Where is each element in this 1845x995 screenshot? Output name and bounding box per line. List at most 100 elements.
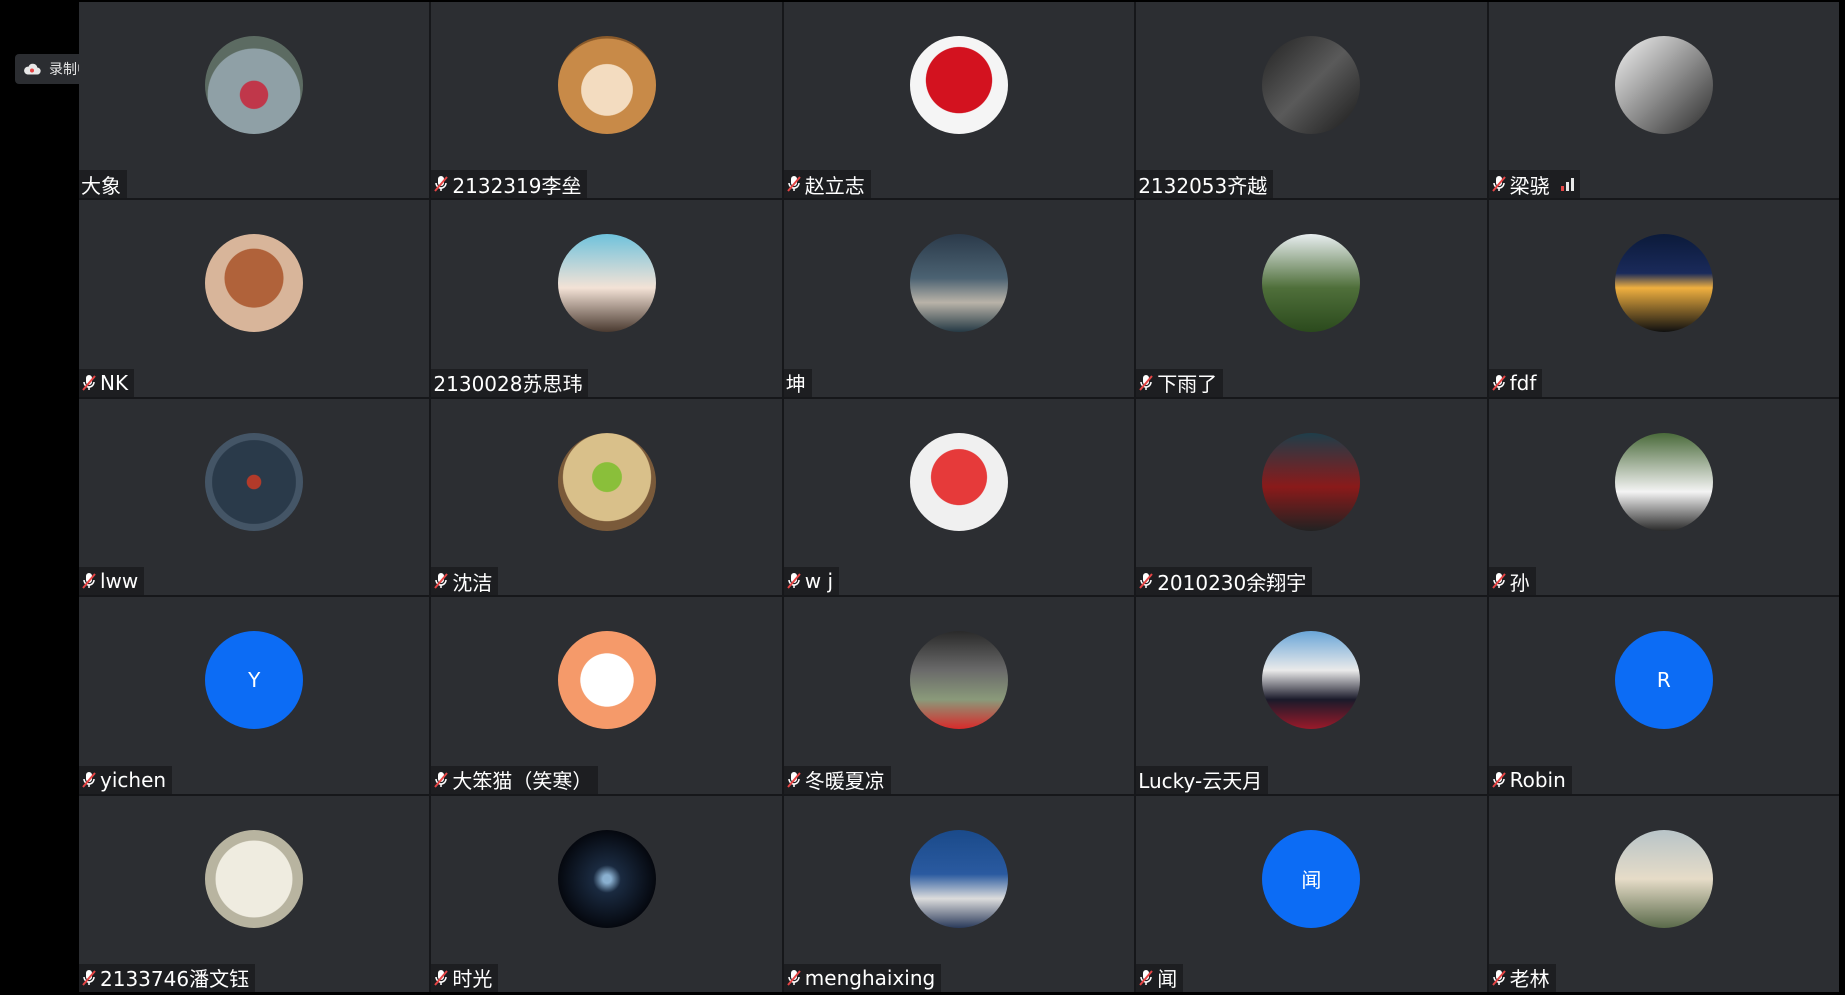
- participant-tile[interactable]: 时光: [431, 795, 782, 992]
- name-tag: yichen: [79, 765, 173, 794]
- avatar-initial: R: [1656, 668, 1671, 693]
- participant-name: w j: [804, 569, 834, 594]
- avatar: [909, 234, 1008, 333]
- participant-tile[interactable]: 老林: [1488, 795, 1839, 992]
- name-tag: 2010230余翔宇: [1136, 567, 1313, 596]
- participant-tile[interactable]: 梁骁: [1488, 2, 1839, 199]
- participant-tile[interactable]: 2133746潘文钰: [79, 795, 430, 992]
- participant-name: lww: [100, 569, 139, 594]
- name-tag: 梁骁: [1488, 170, 1580, 199]
- participant-tile[interactable]: 2132319李垒: [431, 2, 782, 199]
- participant-name: Robin: [1509, 767, 1566, 792]
- mic-muted-icon: [433, 770, 449, 790]
- avatar: [1262, 36, 1361, 134]
- mic-muted-icon: [1491, 770, 1507, 790]
- name-tag: 坤: [783, 368, 812, 397]
- participant-name: 下雨了: [1157, 372, 1218, 397]
- name-tag: 2132053齐越: [1136, 170, 1274, 199]
- participant-tile[interactable]: 大象: [79, 2, 430, 199]
- name-tag: fdf: [1488, 368, 1543, 397]
- participant-tile[interactable]: menghaixing: [783, 795, 1135, 992]
- avatar: [1614, 234, 1713, 333]
- mic-muted-icon: [1138, 968, 1154, 988]
- avatar: [909, 432, 1008, 531]
- participant-tile[interactable]: NK: [79, 200, 430, 397]
- participant-name: 2130028苏思玮: [433, 372, 583, 397]
- avatar: [557, 234, 656, 333]
- participant-name: 老林: [1509, 967, 1550, 992]
- avatar: [205, 234, 304, 333]
- avatar: [557, 631, 656, 730]
- participant-tile[interactable]: 2010230余翔宇: [1136, 398, 1487, 596]
- name-tag: 孙: [1488, 567, 1536, 596]
- participant-tile[interactable]: fdf: [1488, 200, 1839, 397]
- avatar: [557, 36, 656, 134]
- participant-tile[interactable]: 2130028苏思玮: [431, 200, 782, 397]
- avatar: [1614, 432, 1713, 531]
- participant-tile[interactable]: 沈洁: [431, 398, 782, 596]
- participant-tile[interactable]: 坤: [783, 200, 1135, 397]
- avatar: [1262, 234, 1361, 333]
- participant-name: 沈洁: [452, 570, 493, 595]
- name-tag: 时光: [431, 963, 499, 992]
- name-tag: lww: [79, 567, 145, 596]
- avatar: [557, 432, 656, 531]
- participant-tile[interactable]: 赵立志: [783, 2, 1135, 199]
- mic-muted-icon: [81, 373, 97, 393]
- name-tag: 冬暖夏凉: [783, 765, 891, 794]
- mic-muted-icon: [1491, 968, 1507, 988]
- participant-name: fdf: [1509, 370, 1537, 395]
- name-tag: 老林: [1488, 963, 1556, 992]
- mic-muted-icon: [1491, 373, 1507, 393]
- avatar: R: [1614, 631, 1713, 730]
- participant-name: 冬暖夏凉: [804, 769, 885, 794]
- participant-name: menghaixing: [804, 965, 936, 990]
- name-tag: 闻: [1136, 963, 1184, 992]
- participant-name: 梁骁: [1509, 173, 1550, 198]
- mic-muted-icon: [433, 174, 449, 194]
- mic-muted-icon: [81, 968, 97, 988]
- participant-name: 2132319李垒: [452, 173, 582, 198]
- name-tag: 2130028苏思玮: [431, 368, 589, 397]
- mic-muted-icon: [786, 571, 802, 591]
- name-tag: 2132319李垒: [431, 170, 588, 199]
- signal-strength-icon: [1560, 177, 1574, 192]
- participant-tile[interactable]: 大笨猫（笑寒）: [431, 597, 782, 794]
- avatar: Y: [205, 631, 304, 730]
- participant-name: NK: [100, 370, 129, 395]
- participant-tile[interactable]: Lucky-云天月: [1136, 597, 1487, 794]
- name-tag: Robin: [1488, 765, 1572, 794]
- mic-muted-icon: [786, 174, 802, 194]
- participant-name: 2132053齐越: [1138, 173, 1268, 198]
- participant-tile[interactable]: 闻闻: [1136, 795, 1487, 992]
- mic-muted-icon: [1138, 373, 1154, 393]
- participant-name: Lucky-云天月: [1138, 769, 1263, 794]
- participant-name: 大象: [81, 173, 121, 198]
- participant-tile[interactable]: 2132053齐越: [1136, 2, 1487, 199]
- name-tag: NK: [79, 368, 135, 397]
- participant-name: 2010230余翔宇: [1157, 570, 1307, 595]
- participant-tile[interactable]: 下雨了: [1136, 200, 1487, 397]
- avatar: [1614, 829, 1713, 928]
- participant-tile[interactable]: Yyichen: [79, 597, 430, 794]
- participant-name: 赵立志: [804, 173, 865, 198]
- avatar: [205, 829, 304, 928]
- avatar: 闻: [1262, 829, 1361, 928]
- name-tag: 赵立志: [783, 170, 871, 199]
- avatar: [909, 829, 1008, 928]
- participant-tile[interactable]: lww: [79, 398, 430, 596]
- participant-tile[interactable]: 孙: [1488, 398, 1839, 596]
- mic-muted-icon: [786, 770, 802, 790]
- name-tag: 2133746潘文钰: [79, 963, 256, 992]
- participant-tile[interactable]: R Robin: [1488, 597, 1839, 794]
- participant-tile[interactable]: 冬暖夏凉: [783, 597, 1135, 794]
- avatar: [1262, 432, 1361, 531]
- avatar: [909, 36, 1008, 134]
- mic-muted-icon: [433, 968, 449, 988]
- participant-tile[interactable]: w j: [783, 398, 1135, 596]
- avatar: [1614, 36, 1713, 134]
- avatar: [557, 829, 656, 928]
- mic-muted-icon: [81, 571, 97, 591]
- name-tag: 大笨猫（笑寒）: [431, 765, 599, 794]
- participant-name: 2133746潘文钰: [100, 967, 250, 992]
